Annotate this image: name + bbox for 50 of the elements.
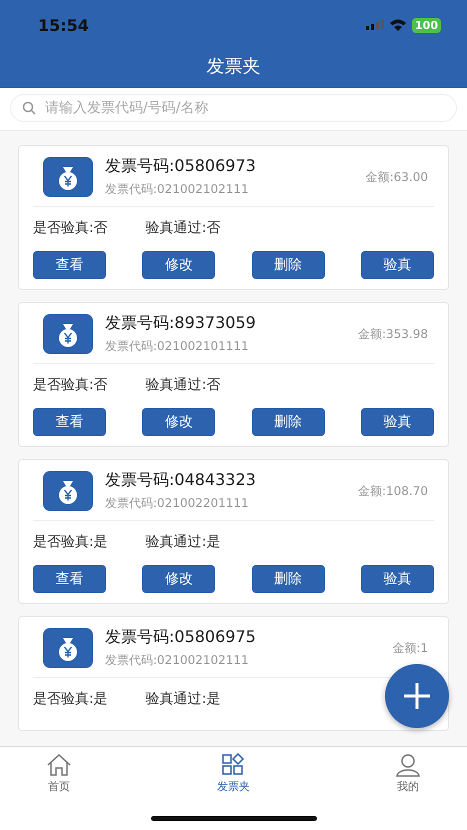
action-button[interactable]: 验真	[360, 408, 434, 436]
passed-status: 验真通过:否	[146, 219, 220, 237]
invoice-amount: 金额:353.98	[358, 326, 428, 342]
user-icon	[395, 753, 421, 777]
passed-status: 验真通过:否	[146, 376, 220, 394]
passed-status: 验真通过:是	[146, 690, 220, 708]
signal-icon	[366, 20, 384, 30]
invoice-code: 发票代码:021002102111	[105, 652, 250, 669]
search-icon	[22, 101, 36, 115]
action-button[interactable]: 验真	[360, 251, 434, 279]
invoice-number: 发票号码:05806975	[105, 627, 257, 648]
home-icon	[46, 753, 72, 777]
tab-item[interactable]: 发票夹	[217, 753, 250, 794]
action-button[interactable]: 删除	[252, 251, 325, 279]
verified-status: 是否验真:否	[33, 219, 108, 237]
action-button[interactable]: 查看	[33, 408, 106, 436]
action-button[interactable]: 验真	[360, 565, 434, 593]
battery-level: 100	[412, 18, 441, 32]
grid-icon	[220, 753, 246, 777]
invoice-code: 发票代码:021002102111	[105, 181, 250, 198]
action-button[interactable]: 修改	[142, 408, 216, 436]
verified-status: 是否验真:否	[33, 376, 108, 394]
invoice-amount: 金额:108.70	[358, 482, 428, 500]
invoice-amount: 金额:63.00	[366, 168, 428, 186]
action-button[interactable]: 删除	[252, 408, 325, 436]
money-bag-icon	[43, 628, 93, 668]
plus-icon	[403, 682, 431, 710]
search-field[interactable]: 请输入发票代码/号码/名称	[10, 94, 457, 122]
verified-status: 是否验真:是	[33, 690, 108, 708]
money-bag-icon	[43, 471, 93, 511]
wifi-icon	[390, 19, 406, 31]
invoice-code: 发票代码:021002101111	[105, 338, 250, 355]
status-time: 15:54	[38, 16, 89, 34]
action-button[interactable]: 删除	[252, 565, 325, 593]
action-button[interactable]: 修改	[142, 251, 216, 279]
action-button[interactable]: 查看	[33, 565, 106, 593]
money-bag-icon	[43, 157, 93, 197]
tab-item[interactable]: 首页	[46, 753, 72, 794]
action-button[interactable]: 查看	[33, 251, 106, 279]
invoice-number: 发票号码:05806973	[105, 156, 257, 177]
money-bag-icon	[43, 314, 93, 354]
tab-item[interactable]: 我的	[395, 753, 421, 794]
invoice-number: 发票号码:04843323	[105, 470, 257, 491]
page-title: 发票夹	[206, 55, 260, 78]
invoice-amount: 金额:1	[392, 640, 428, 656]
verified-status: 是否验真:是	[33, 533, 108, 551]
invoice-code: 发票代码:021002201111	[105, 495, 250, 512]
action-button[interactable]: 修改	[142, 565, 216, 593]
passed-status: 验真通过:是	[146, 533, 220, 551]
invoice-number: 发票号码:89373059	[105, 313, 257, 334]
